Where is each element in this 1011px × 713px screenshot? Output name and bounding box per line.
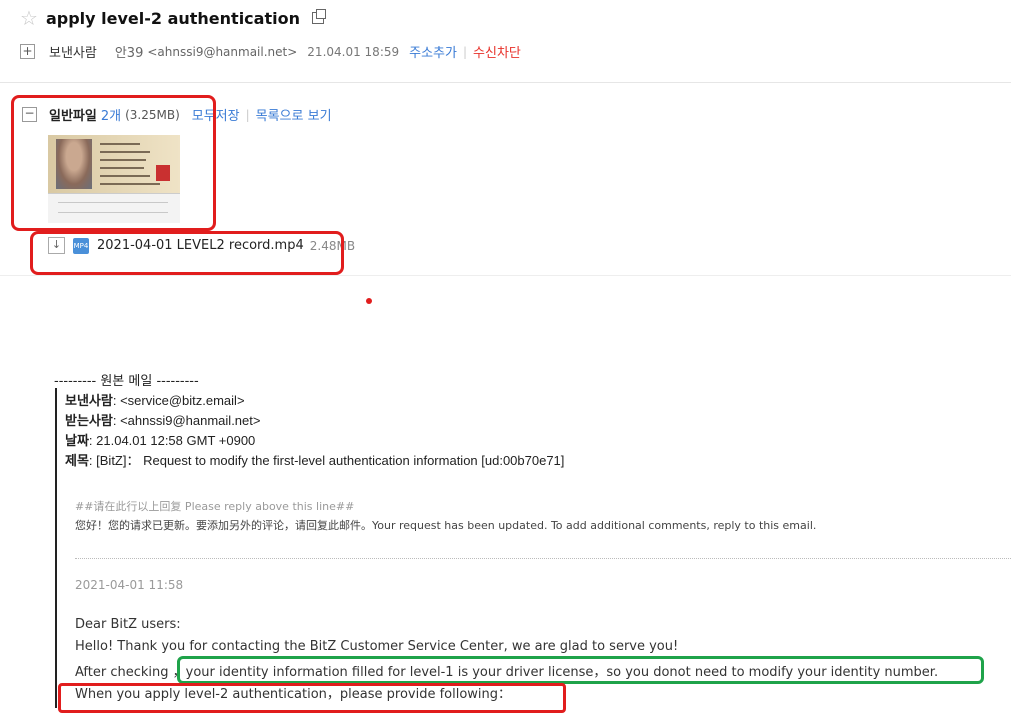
from-label: 보낸사람 xyxy=(65,394,113,409)
divider xyxy=(0,82,1011,83)
red-highlight-file xyxy=(30,231,344,275)
sender-row: + 보낸사람 안39 <ahnssi9@hanmail.net> 21.04.0… xyxy=(20,42,521,61)
mail-subject: apply level-2 authentication xyxy=(45,8,300,28)
subject-field: 제목: [BitZ]： Request to modify the first-… xyxy=(65,450,564,469)
body-line: Dear BitZ users: xyxy=(75,617,181,632)
from-value: : <service@bitz.email> xyxy=(112,393,245,408)
view-list-link[interactable]: 목록으로 보기 xyxy=(256,105,332,124)
mail-title-row: ☆ apply level-2 authentication xyxy=(20,8,326,28)
to-label: 받는사람 xyxy=(65,414,113,429)
from-field: 보낸사람: <service@bitz.email> xyxy=(65,390,245,409)
update-notice: 您好！您的请求已更新。要添加另外的评论，请回复此邮件。Your request … xyxy=(75,519,817,532)
expand-icon[interactable]: + xyxy=(20,44,35,59)
to-value: : <ahnssi9@hanmail.net> xyxy=(112,413,261,428)
message-timestamp: 2021-04-01 11:58 xyxy=(75,578,184,592)
red-highlight-level2 xyxy=(58,683,566,713)
date-label: 날짜 xyxy=(65,434,89,449)
sender-label: 보낸사람 xyxy=(49,46,97,61)
received-date: 21.04.01 18:59 xyxy=(307,44,400,59)
date-value: : 21.04.01 12:58 GMT +0900 xyxy=(88,433,256,448)
date-field: 날짜: 21.04.01 12:58 GMT +0900 xyxy=(65,430,255,449)
original-mail-title: --------- 원본 메일 --------- xyxy=(54,374,199,389)
popout-icon[interactable] xyxy=(311,9,326,24)
subject-value: : [BitZ]： Request to modify the first-le… xyxy=(88,453,565,468)
green-highlight-identity xyxy=(177,656,984,684)
dotted-divider xyxy=(75,558,1011,559)
red-highlight-attachments xyxy=(11,95,216,231)
sender-email: <ahnssi9@hanmail.net> xyxy=(147,44,298,59)
separator: | xyxy=(245,107,250,122)
sender-name: 안39 xyxy=(114,46,144,61)
divider xyxy=(0,275,1011,276)
subject-label: 제목 xyxy=(65,454,89,469)
red-dot-mark xyxy=(366,298,372,304)
block-sender-link[interactable]: 수신차단 xyxy=(473,42,521,61)
star-icon[interactable]: ☆ xyxy=(20,8,38,28)
body-line: Hello! Thank you for contacting the BitZ… xyxy=(75,639,679,654)
separator: | xyxy=(462,44,468,59)
to-field: 받는사람: <ahnssi9@hanmail.net> xyxy=(65,410,260,429)
reply-marker: ##请在此行以上回复 Please reply above this line#… xyxy=(75,500,355,513)
add-contact-link[interactable]: 주소추가 xyxy=(409,42,457,61)
